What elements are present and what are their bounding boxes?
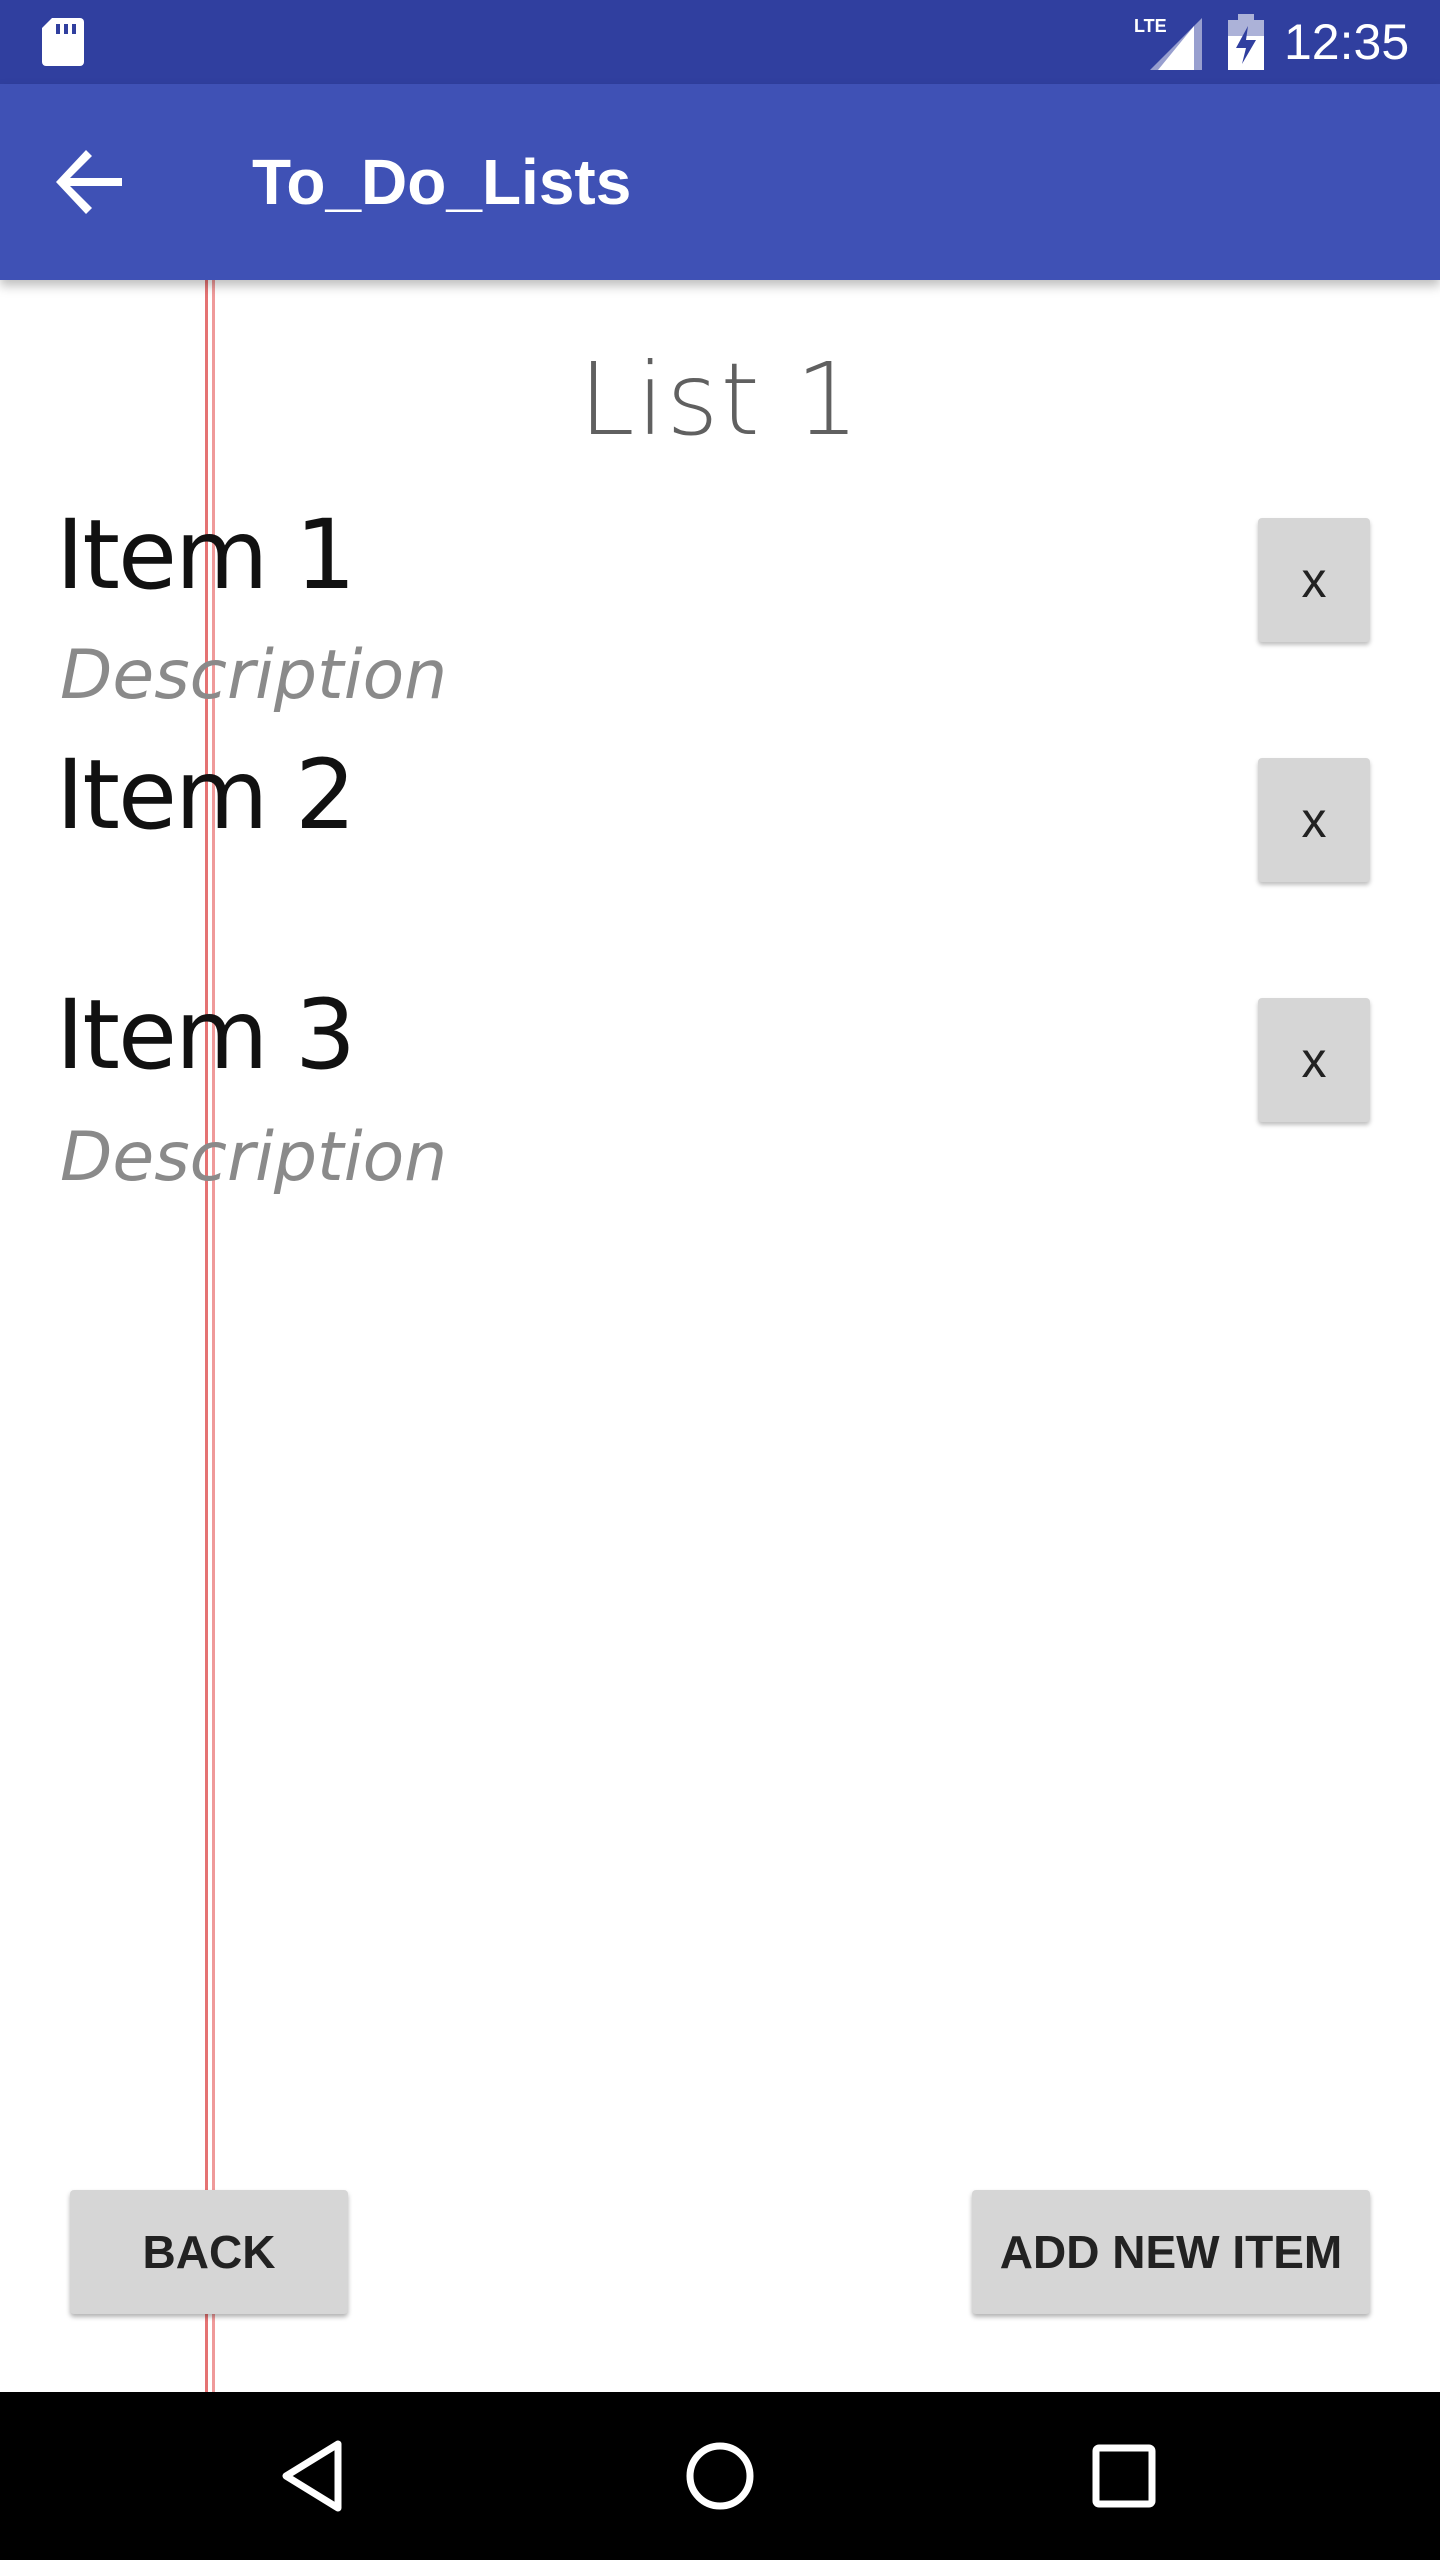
sd-card-icon [42, 18, 84, 66]
item-description[interactable]: Description [60, 636, 447, 716]
delete-item-button[interactable]: x [1258, 518, 1370, 642]
app-title: To_Do_Lists [252, 146, 632, 218]
battery-charging-icon [1228, 14, 1264, 70]
add-new-item-button[interactable]: ADD NEW ITEM [972, 2190, 1370, 2314]
delete-item-button[interactable]: x [1258, 758, 1370, 882]
item-title[interactable]: Item 2 [56, 740, 356, 850]
item-title[interactable]: Item 1 [56, 500, 356, 610]
lte-label: LTE [1134, 16, 1167, 36]
back-button[interactable]: BACK [70, 2190, 348, 2314]
item-description[interactable]: Description [60, 1118, 447, 1198]
navigation-bar [0, 2392, 1440, 2560]
delete-item-button[interactable]: x [1258, 998, 1370, 1122]
lte-signal-icon: LTE [1134, 16, 1202, 70]
nav-recents-icon[interactable] [1084, 2436, 1164, 2516]
nav-back-icon[interactable] [276, 2436, 356, 2516]
app-bar: To_Do_Lists [0, 84, 1440, 280]
status-clock: 12:35 [1284, 14, 1410, 70]
list-title: List 1 [578, 341, 862, 458]
status-bar: LTE 12:35 [0, 0, 1440, 84]
arrow-back-icon[interactable] [56, 150, 124, 214]
notebook-paper: List 1 Item 1 x Description Item 2 x Ite… [0, 280, 1440, 2392]
item-title[interactable]: Item 3 [56, 980, 356, 1090]
nav-home-icon[interactable] [680, 2436, 760, 2516]
